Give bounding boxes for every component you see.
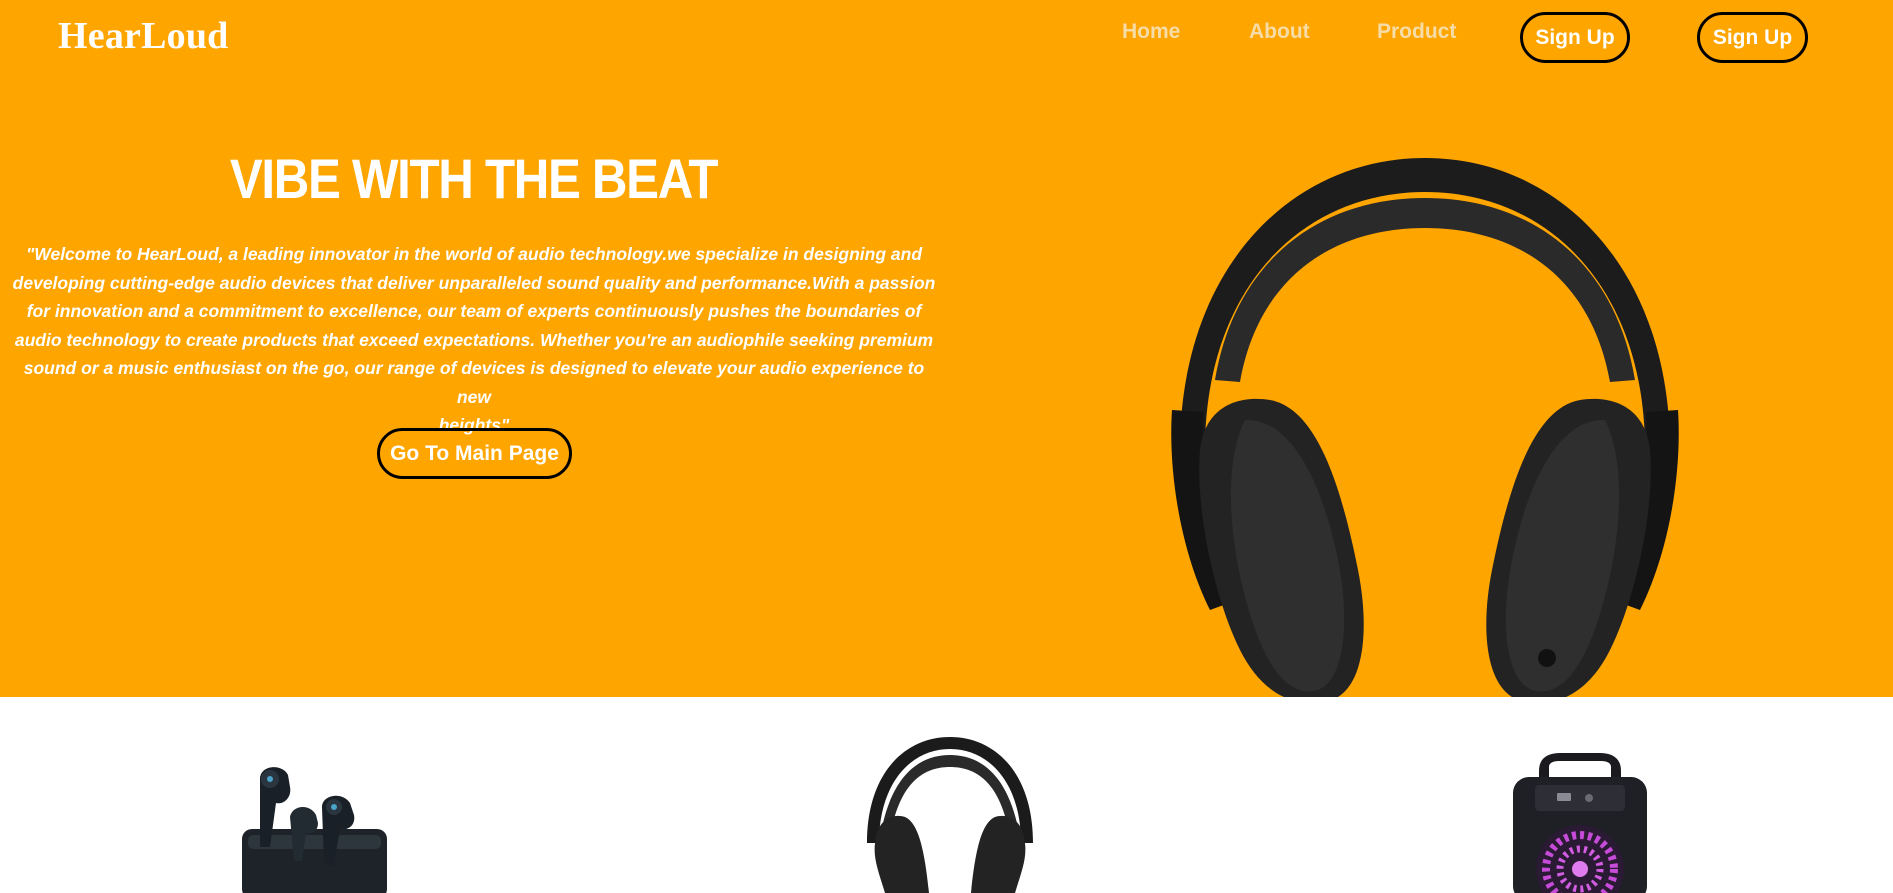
intro-line: developing cutting-edge audio devices th… — [12, 272, 936, 293]
intro-line: for innovation and a commitment to excel… — [26, 301, 922, 321]
signup-button[interactable]: Sign Up — [1520, 12, 1630, 63]
intro-line: audio technology to create products that… — [14, 329, 934, 350]
signup-button-secondary[interactable]: Sign Up — [1697, 12, 1808, 63]
intro-line: "Welcome to HearLoud, a leading innovato… — [25, 244, 923, 264]
headset-product-image[interactable] — [855, 733, 1045, 893]
go-to-main-page-button[interactable]: Go To Main Page — [377, 428, 572, 479]
hero-headline: VIBE WITH THE BEAT — [229, 147, 719, 210]
nav-product-link[interactable]: Product — [1377, 20, 1456, 44]
intro-line: sound or a music enthusiast on the go, o… — [23, 358, 925, 407]
speaker-product-image[interactable] — [1505, 751, 1655, 893]
products-section — [0, 697, 1893, 893]
nav-home-link[interactable]: Home — [1122, 20, 1180, 44]
earbuds-product-image[interactable] — [230, 757, 400, 893]
nav-about-link[interactable]: About — [1249, 20, 1310, 44]
hero-section: HearLoud Home About Product Sign Up Sign… — [0, 0, 1893, 697]
brand-logo[interactable]: HearLoud — [58, 14, 229, 58]
hero-headphones-image — [1171, 158, 1679, 697]
hero-intro-text: "Welcome to HearLoud, a leading innovato… — [12, 240, 936, 440]
